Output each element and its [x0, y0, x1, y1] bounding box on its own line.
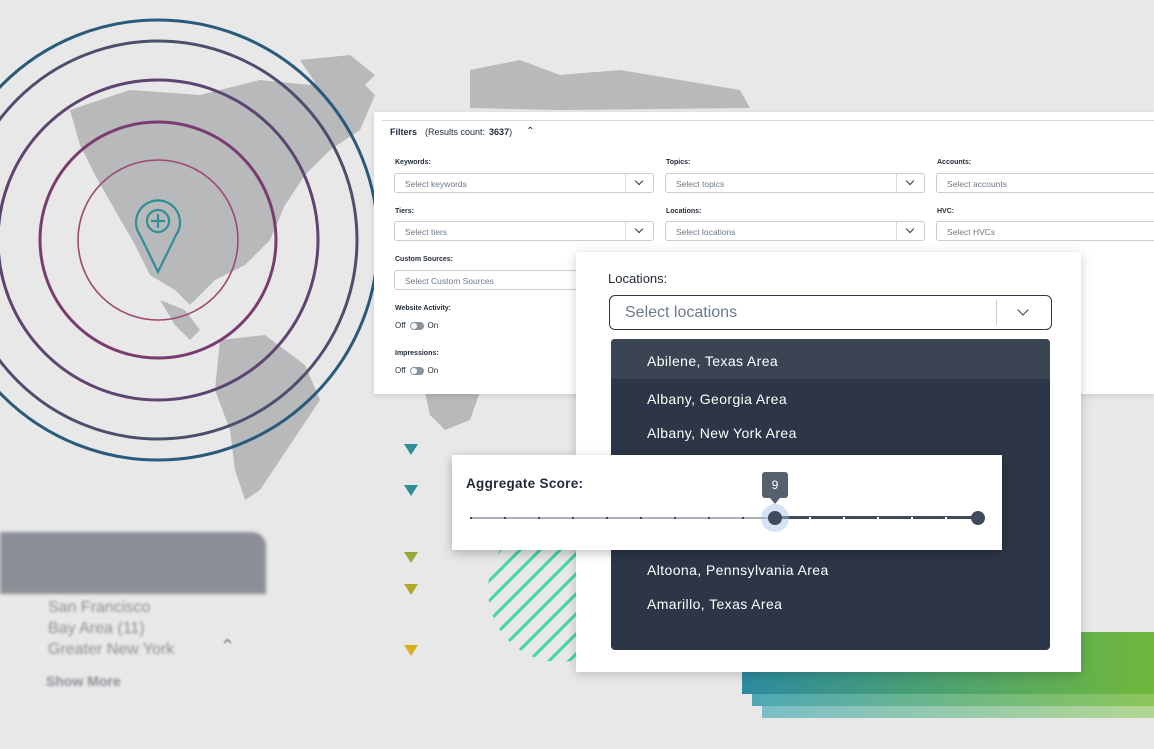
- gradient-bar-3: [762, 706, 1154, 718]
- chevron-down-icon[interactable]: [625, 222, 653, 240]
- gradient-bar-2: [752, 694, 1154, 706]
- locations-placeholder: Select locations: [676, 227, 736, 237]
- results-count: 3637: [489, 126, 510, 137]
- location-option[interactable]: Abilene, Texas Area: [647, 353, 778, 369]
- location-option[interactable]: Albany, Georgia Area: [647, 391, 787, 407]
- keywords-label: Keywords:: [395, 159, 431, 166]
- aggregate-score-label: Aggregate Score:: [466, 476, 584, 491]
- tiers-placeholder: Select tiers: [405, 227, 448, 237]
- locations-popup-label: Locations:: [608, 271, 668, 286]
- custom-sources-placeholder: Select Custom Sources: [405, 276, 494, 286]
- accounts-label: Accounts:: [937, 159, 972, 166]
- results-suffix: ): [509, 126, 513, 137]
- chevron-down-icon[interactable]: [896, 222, 924, 240]
- chevron-down-icon[interactable]: [625, 174, 653, 192]
- chevron-up-icon: ⌃: [220, 636, 236, 656]
- locations-select[interactable]: Select locations: [665, 221, 925, 241]
- triangle-marker-teal: [404, 444, 418, 455]
- locations-popup-placeholder: Select locations: [625, 304, 738, 321]
- slider-tick: [911, 517, 913, 519]
- toggle-off-label: Off: [395, 321, 406, 330]
- accounts-placeholder: Select accounts: [947, 179, 1008, 189]
- blurred-card-header: [0, 532, 266, 594]
- chevron-down-icon[interactable]: [996, 300, 1051, 325]
- slider-tick: [572, 517, 574, 519]
- hvc-label: HVC:: [937, 208, 955, 215]
- topics-label: Topics:: [666, 159, 691, 166]
- topics-placeholder: Select topics: [676, 179, 725, 189]
- toggle-on-label: On: [427, 321, 439, 330]
- impressions-label: Impressions:: [395, 350, 439, 357]
- tiers-label: Tiers:: [395, 208, 414, 215]
- triangle-marker-teal: [404, 485, 418, 496]
- slider-value-tooltip: 9: [762, 472, 788, 504]
- toggle-on-label: On: [427, 366, 439, 375]
- website-activity-label: Website Activity:: [395, 305, 452, 312]
- filters-header[interactable]: Filters (Results count: 3637) ⌃: [390, 126, 534, 137]
- keywords-select[interactable]: Select keywords: [394, 173, 654, 193]
- triangle-marker-olive: [404, 552, 418, 563]
- keywords-placeholder: Select keywords: [405, 179, 467, 189]
- blurred-item: Bay Area (11): [48, 620, 145, 637]
- slider-tick: [470, 517, 472, 519]
- aggregate-score-card: Aggregate Score: 9: [452, 455, 1002, 550]
- slider-tick: [708, 517, 710, 519]
- custom-sources-select[interactable]: Select Custom Sources: [394, 270, 584, 290]
- triangle-marker-olive: [404, 584, 418, 595]
- slider-tick: [640, 517, 642, 519]
- slider-tick: [843, 517, 845, 519]
- hvc-placeholder: Select HVCs: [947, 227, 996, 237]
- slider-tick: [504, 517, 506, 519]
- divider: [382, 120, 1154, 121]
- impressions-toggle[interactable]: [409, 366, 424, 375]
- location-option[interactable]: Albany, New York Area: [647, 425, 797, 441]
- slider-tick: [742, 517, 744, 519]
- website-activity-toggle-row: Off On: [395, 321, 438, 330]
- locations-label: Locations:: [666, 208, 702, 215]
- custom-sources-label: Custom Sources:: [395, 256, 453, 263]
- slider-tick: [606, 517, 608, 519]
- hvc-select[interactable]: Select HVCs: [936, 221, 1154, 241]
- slider-tick: [945, 517, 947, 519]
- slider-thumb-end[interactable]: [971, 511, 985, 525]
- slider-thumb[interactable]: [768, 511, 782, 525]
- topics-select[interactable]: Select topics: [665, 173, 925, 193]
- blurred-item: Greater New York: [48, 641, 175, 658]
- toggle-off-label: Off: [395, 366, 406, 375]
- location-option[interactable]: Altoona, Pennsylvania Area: [647, 562, 829, 578]
- show-more-link: Show More: [46, 673, 121, 689]
- website-activity-toggle[interactable]: [409, 321, 424, 330]
- tiers-select[interactable]: Select tiers: [394, 221, 654, 241]
- slider-tick: [538, 517, 540, 519]
- chevron-up-icon[interactable]: ⌃: [526, 126, 534, 137]
- filters-title: Filters: [390, 126, 418, 137]
- slider-tick: [674, 517, 676, 519]
- accounts-select[interactable]: Select accounts: [936, 173, 1154, 193]
- blurred-item: San Francisco: [48, 599, 151, 616]
- slider-tick: [877, 517, 879, 519]
- location-option[interactable]: Amarillo, Texas Area: [647, 596, 782, 612]
- locations-popup-select[interactable]: Select locations: [609, 295, 1052, 330]
- results-prefix: (Results count:: [425, 126, 486, 137]
- slider-tick: [809, 517, 811, 519]
- triangle-marker-gold: [404, 645, 418, 656]
- impressions-toggle-row: Off On: [395, 366, 438, 375]
- chevron-down-icon[interactable]: [896, 174, 924, 192]
